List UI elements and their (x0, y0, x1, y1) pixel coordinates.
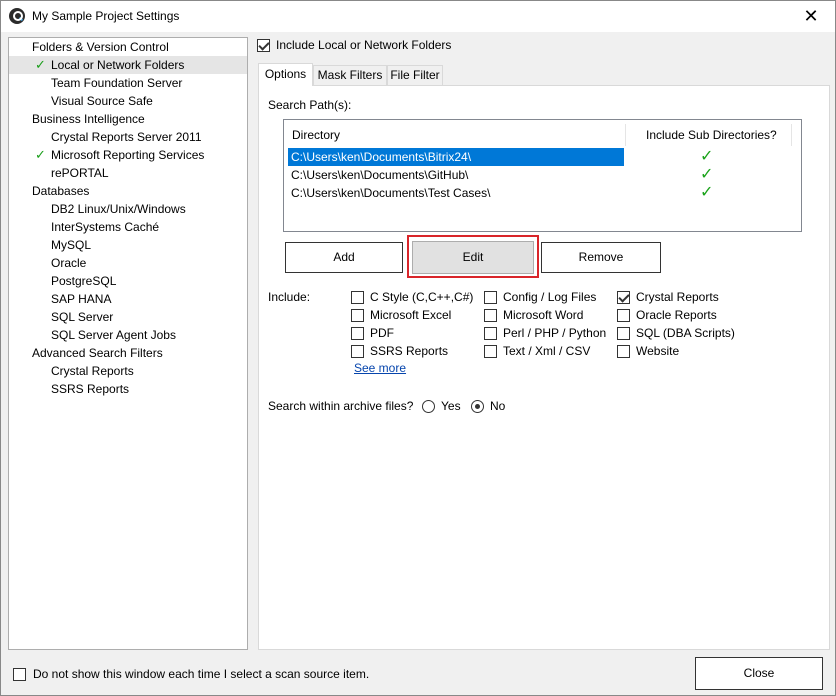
close-button[interactable]: Close (695, 657, 823, 690)
checkbox[interactable] (484, 344, 497, 358)
radio-button[interactable] (471, 399, 484, 413)
directory-cell: C:\Users\ken\Documents\Test Cases\ (291, 186, 491, 200)
dont-show-label: Do not show this window each time I sele… (33, 667, 370, 681)
directory-cell: C:\Users\ken\Documents\GitHub\ (291, 168, 469, 182)
include-oracle-reports[interactable]: Oracle Reports (617, 308, 717, 322)
edit-button[interactable]: Edit (412, 241, 534, 274)
archive-no-option[interactable]: No (471, 399, 505, 413)
checkbox[interactable] (351, 326, 364, 340)
checkbox[interactable] (617, 308, 630, 322)
tree-item-intersystems-cache[interactable]: InterSystems Caché (51, 218, 159, 236)
include-microsoft-word[interactable]: Microsoft Word (484, 308, 583, 322)
remove-button[interactable]: Remove (541, 242, 661, 273)
tree-item-sql-server-agent-jobs[interactable]: SQL Server Agent Jobs (51, 326, 176, 344)
include-label: Include: (268, 290, 311, 304)
add-button[interactable]: Add (285, 242, 403, 273)
tree-item-crystal-reports-server[interactable]: Crystal Reports Server 2011 (51, 128, 202, 146)
include-local-folders-option[interactable]: Include Local or Network Folders (257, 38, 451, 52)
table-row[interactable]: C:\Users\ken\Documents\GitHub\ ✓ (284, 166, 801, 184)
include-sql-dba-scripts[interactable]: SQL (DBA Scripts) (617, 326, 735, 340)
tree-item-visual-source-safe[interactable]: Visual Source Safe (51, 92, 153, 110)
tree-item-oracle[interactable]: Oracle (51, 254, 86, 272)
close-window-icon[interactable]: ✕ (799, 5, 823, 27)
tree-item-business-intelligence[interactable]: Business Intelligence (32, 110, 145, 128)
tree-item-microsoft-reporting-services[interactable]: ✓ Microsoft Reporting Services (9, 146, 247, 164)
app-logo-icon (9, 8, 25, 24)
include-perl-php-python[interactable]: Perl / PHP / Python (484, 326, 606, 340)
checkbox[interactable] (484, 290, 497, 304)
dont-show-option[interactable]: Do not show this window each time I sele… (13, 667, 369, 681)
include-sub-check-icon: ✓ (700, 166, 714, 183)
archive-yes-option[interactable]: Yes (422, 399, 461, 413)
include-c-style[interactable]: C Style (C,C++,C#) (351, 290, 473, 304)
column-include-sub[interactable]: Include Sub Directories? (646, 128, 777, 142)
radio-button[interactable] (422, 399, 435, 413)
settings-window: My Sample Project Settings ✕ Folders & V… (0, 0, 836, 696)
archive-label: Search within archive files? (268, 399, 414, 413)
tree-item-local-network-folders[interactable]: ✓ Local or Network Folders (9, 56, 247, 74)
source-tree[interactable]: Folders & Version Control ✓ Local or Net… (8, 37, 248, 650)
include-sub-check-icon: ✓ (700, 184, 714, 201)
column-divider[interactable] (791, 124, 792, 146)
tree-item-advanced-search-filters[interactable]: Advanced Search Filters (32, 344, 163, 362)
tree-item-sap-hana[interactable]: SAP HANA (51, 290, 111, 308)
tree-item-mysql[interactable]: MySQL (51, 236, 91, 254)
include-website[interactable]: Website (617, 344, 679, 358)
checkbox[interactable] (617, 326, 630, 340)
search-paths-label: Search Path(s): (268, 98, 352, 112)
checkbox[interactable] (617, 290, 630, 304)
tree-item-ssrs-reports[interactable]: SSRS Reports (51, 380, 129, 398)
checkbox[interactable] (351, 308, 364, 322)
tree-item-team-foundation-server[interactable]: Team Foundation Server (51, 74, 182, 92)
tree-item-crystal-reports[interactable]: Crystal Reports (51, 362, 134, 380)
checkbox[interactable] (351, 344, 364, 358)
tree-item-databases[interactable]: Databases (32, 182, 89, 200)
include-sub-check-icon: ✓ (700, 148, 714, 165)
check-icon: ✓ (35, 57, 46, 72)
directory-cell: C:\Users\ken\Documents\Bitrix24\ (288, 148, 624, 166)
include-microsoft-excel[interactable]: Microsoft Excel (351, 308, 451, 322)
column-divider[interactable] (625, 124, 626, 146)
tree-item-folders-version-control[interactable]: Folders & Version Control (32, 38, 169, 56)
search-path-list[interactable]: Directory Include Sub Directories? C:\Us… (283, 119, 802, 232)
include-local-checkbox[interactable] (257, 38, 270, 52)
checkbox[interactable] (484, 308, 497, 322)
table-row[interactable]: C:\Users\ken\Documents\Bitrix24\ ✓ (284, 148, 801, 166)
include-crystal-reports[interactable]: Crystal Reports (617, 290, 719, 304)
checkbox[interactable] (617, 344, 630, 358)
include-pdf[interactable]: PDF (351, 326, 394, 340)
check-icon: ✓ (35, 147, 46, 162)
column-directory[interactable]: Directory (292, 128, 340, 142)
tree-item-db2[interactable]: DB2 Linux/Unix/Windows (51, 200, 186, 218)
tab-file-filter[interactable]: File Filter (387, 65, 443, 85)
see-more-link[interactable]: See more (354, 361, 406, 375)
window-title: My Sample Project Settings (32, 9, 180, 23)
checkbox[interactable] (484, 326, 497, 340)
title-bar: My Sample Project Settings ✕ (1, 1, 835, 32)
checkbox[interactable] (351, 290, 364, 304)
tree-item-reportal[interactable]: rePORTAL (51, 164, 109, 182)
tab-options[interactable]: Options (258, 63, 313, 86)
table-row[interactable]: C:\Users\ken\Documents\Test Cases\ ✓ (284, 184, 801, 202)
include-ssrs-reports[interactable]: SSRS Reports (351, 344, 448, 358)
include-local-label: Include Local or Network Folders (276, 38, 452, 52)
tree-item-sql-server[interactable]: SQL Server (51, 308, 113, 326)
list-header: Directory Include Sub Directories? (284, 120, 801, 148)
tree-item-postgresql[interactable]: PostgreSQL (51, 272, 116, 290)
tab-mask-filters[interactable]: Mask Filters (313, 65, 387, 85)
dont-show-checkbox[interactable] (13, 667, 26, 681)
include-config-log-files[interactable]: Config / Log Files (484, 290, 596, 304)
include-text-xml-csv[interactable]: Text / Xml / CSV (484, 344, 590, 358)
